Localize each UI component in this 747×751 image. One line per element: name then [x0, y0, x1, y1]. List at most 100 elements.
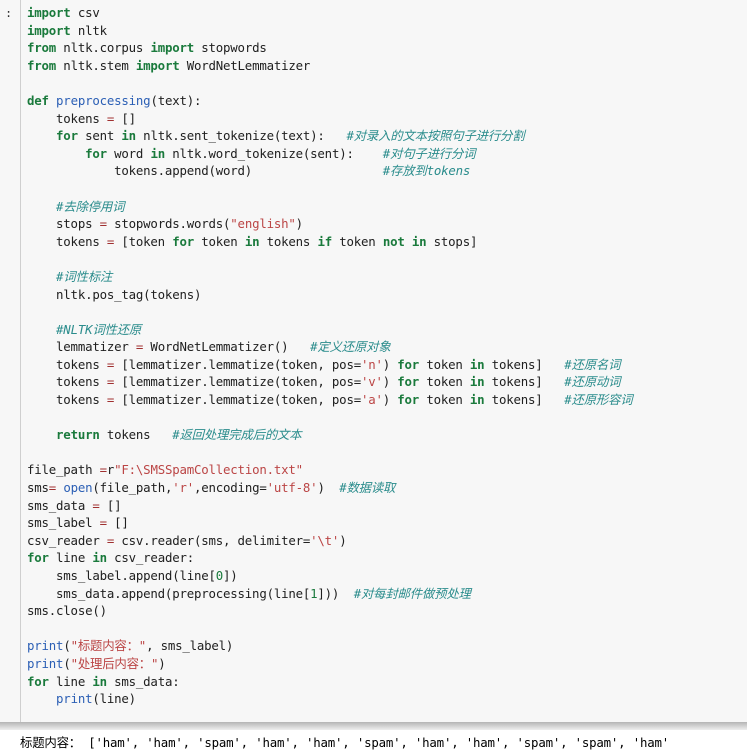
code-token: tokens: [27, 374, 107, 390]
code-token: #数据读取: [339, 480, 396, 496]
python-source-code[interactable]: import csv import nltk from nltk.corpus …: [27, 4, 747, 708]
code-cell[interactable]: : import csv import nltk from nltk.corpu…: [0, 0, 747, 722]
code-token: token: [331, 233, 383, 249]
code-token: in: [411, 233, 427, 249]
code-token: ]): [223, 568, 238, 583]
code-token: sms_data.append(preprocessing(line[: [27, 585, 311, 601]
code-token: sms: [27, 480, 49, 496]
code-token: tokens: [27, 110, 107, 126]
code-token: tokens.append(word): [27, 163, 383, 179]
code-token: ): [317, 480, 340, 496]
code-token: 'utf-8': [266, 480, 318, 496]
code-token: sms_label.append(line[: [27, 568, 216, 583]
code-token: 0: [215, 568, 224, 583]
code-token: tokens: [259, 233, 318, 249]
code-token: for: [27, 673, 49, 689]
code-token: nltk.pos_tag(tokens): [27, 286, 202, 302]
code-token: sms.close(): [27, 603, 107, 619]
code-token: ): [295, 216, 303, 232]
code-token: [lemmatizer.lemmatize(token, pos=: [114, 356, 361, 372]
code-token: [token: [114, 233, 173, 249]
code-token: #对录入的文本按照句子进行分割: [346, 128, 525, 144]
code-token: file_path: [27, 462, 100, 478]
code-token: "F:\SMSSpamCollection.txt": [114, 462, 303, 478]
code-token: WordNetLemmatizer: [179, 57, 311, 73]
code-token: (: [63, 638, 71, 654]
code-token: nltk.corpus: [56, 40, 151, 56]
code-token: stops]: [426, 233, 478, 249]
code-token: []: [114, 110, 136, 126]
code-token: open: [63, 480, 93, 496]
code-token: nltk.stem: [56, 57, 136, 73]
code-token: 'a': [360, 392, 383, 408]
code-token: for: [397, 392, 420, 408]
cell-output-area: 标题内容： ['ham', 'ham', 'spam', 'ham', 'ham…: [0, 730, 747, 751]
code-token: token: [419, 356, 470, 372]
code-token: (: [63, 655, 71, 671]
code-token: in: [150, 145, 165, 161]
code-token: tokens]: [484, 392, 565, 408]
code-token: =: [99, 515, 107, 531]
code-token: #定义还原对象: [310, 339, 391, 355]
code-token: #还原形容词: [564, 392, 633, 408]
code-token: word: [106, 145, 151, 161]
code-token: stopwords.words(: [106, 216, 231, 232]
code-editor-area[interactable]: import csv import nltk from nltk.corpus …: [20, 0, 747, 722]
code-token: nltk: [70, 22, 107, 38]
code-token: ])): [317, 585, 354, 601]
code-token: (file_path,: [92, 480, 173, 496]
code-token: print: [27, 655, 64, 671]
code-token: csv_reader: [27, 532, 107, 548]
code-token: #NLTK词性还原: [56, 321, 142, 337]
code-token: in: [92, 673, 107, 689]
code-token: (line): [92, 691, 136, 707]
code-token: sms_label: [27, 515, 100, 531]
code-token: ): [382, 374, 398, 390]
code-token: in: [469, 356, 485, 372]
code-token: import: [150, 40, 194, 56]
code-token: #还原动词: [564, 374, 621, 390]
code-token: not: [382, 233, 405, 249]
code-token: ): [339, 532, 347, 548]
cell-prompt-label: :: [5, 6, 12, 20]
output-separator-bar: [0, 722, 747, 730]
code-token: csv_reader:: [106, 550, 194, 566]
code-token: return: [56, 427, 100, 443]
code-token: 'r': [172, 480, 194, 496]
code-token: import: [135, 57, 180, 73]
code-token: '\t': [310, 532, 340, 548]
code-token: token: [419, 392, 470, 408]
code-token: preprocessing: [56, 92, 151, 108]
code-token: stopwords: [194, 40, 267, 56]
code-token: tokens: [27, 233, 107, 249]
code-token: in: [121, 128, 136, 144]
code-token: in: [469, 374, 485, 390]
code-token: tokens: [27, 392, 107, 408]
code-token: import: [27, 22, 71, 38]
code-token: =: [48, 480, 57, 496]
code-token: for: [27, 550, 49, 566]
code-token: sms_data:: [106, 673, 180, 689]
code-token: for: [56, 128, 78, 144]
code-token: for: [172, 233, 194, 249]
code-token: line: [48, 550, 93, 566]
code-token: stops: [27, 216, 100, 232]
code-token: print: [56, 691, 93, 707]
code-token: 'v': [360, 374, 383, 390]
code-token: csv.reader(sms, delimiter=: [114, 532, 311, 548]
code-token: #存放到tokens: [382, 163, 471, 179]
code-token: def: [27, 92, 49, 108]
code-token: =: [92, 497, 100, 513]
code-token: []: [106, 515, 129, 531]
code-token: #对每封邮件做预处理: [353, 585, 471, 601]
code-token: csv: [70, 5, 100, 20]
code-token: "标题内容：": [70, 638, 147, 654]
code-token: tokens]: [484, 374, 565, 390]
code-token: line: [48, 673, 93, 689]
code-token: tokens: [27, 356, 107, 372]
